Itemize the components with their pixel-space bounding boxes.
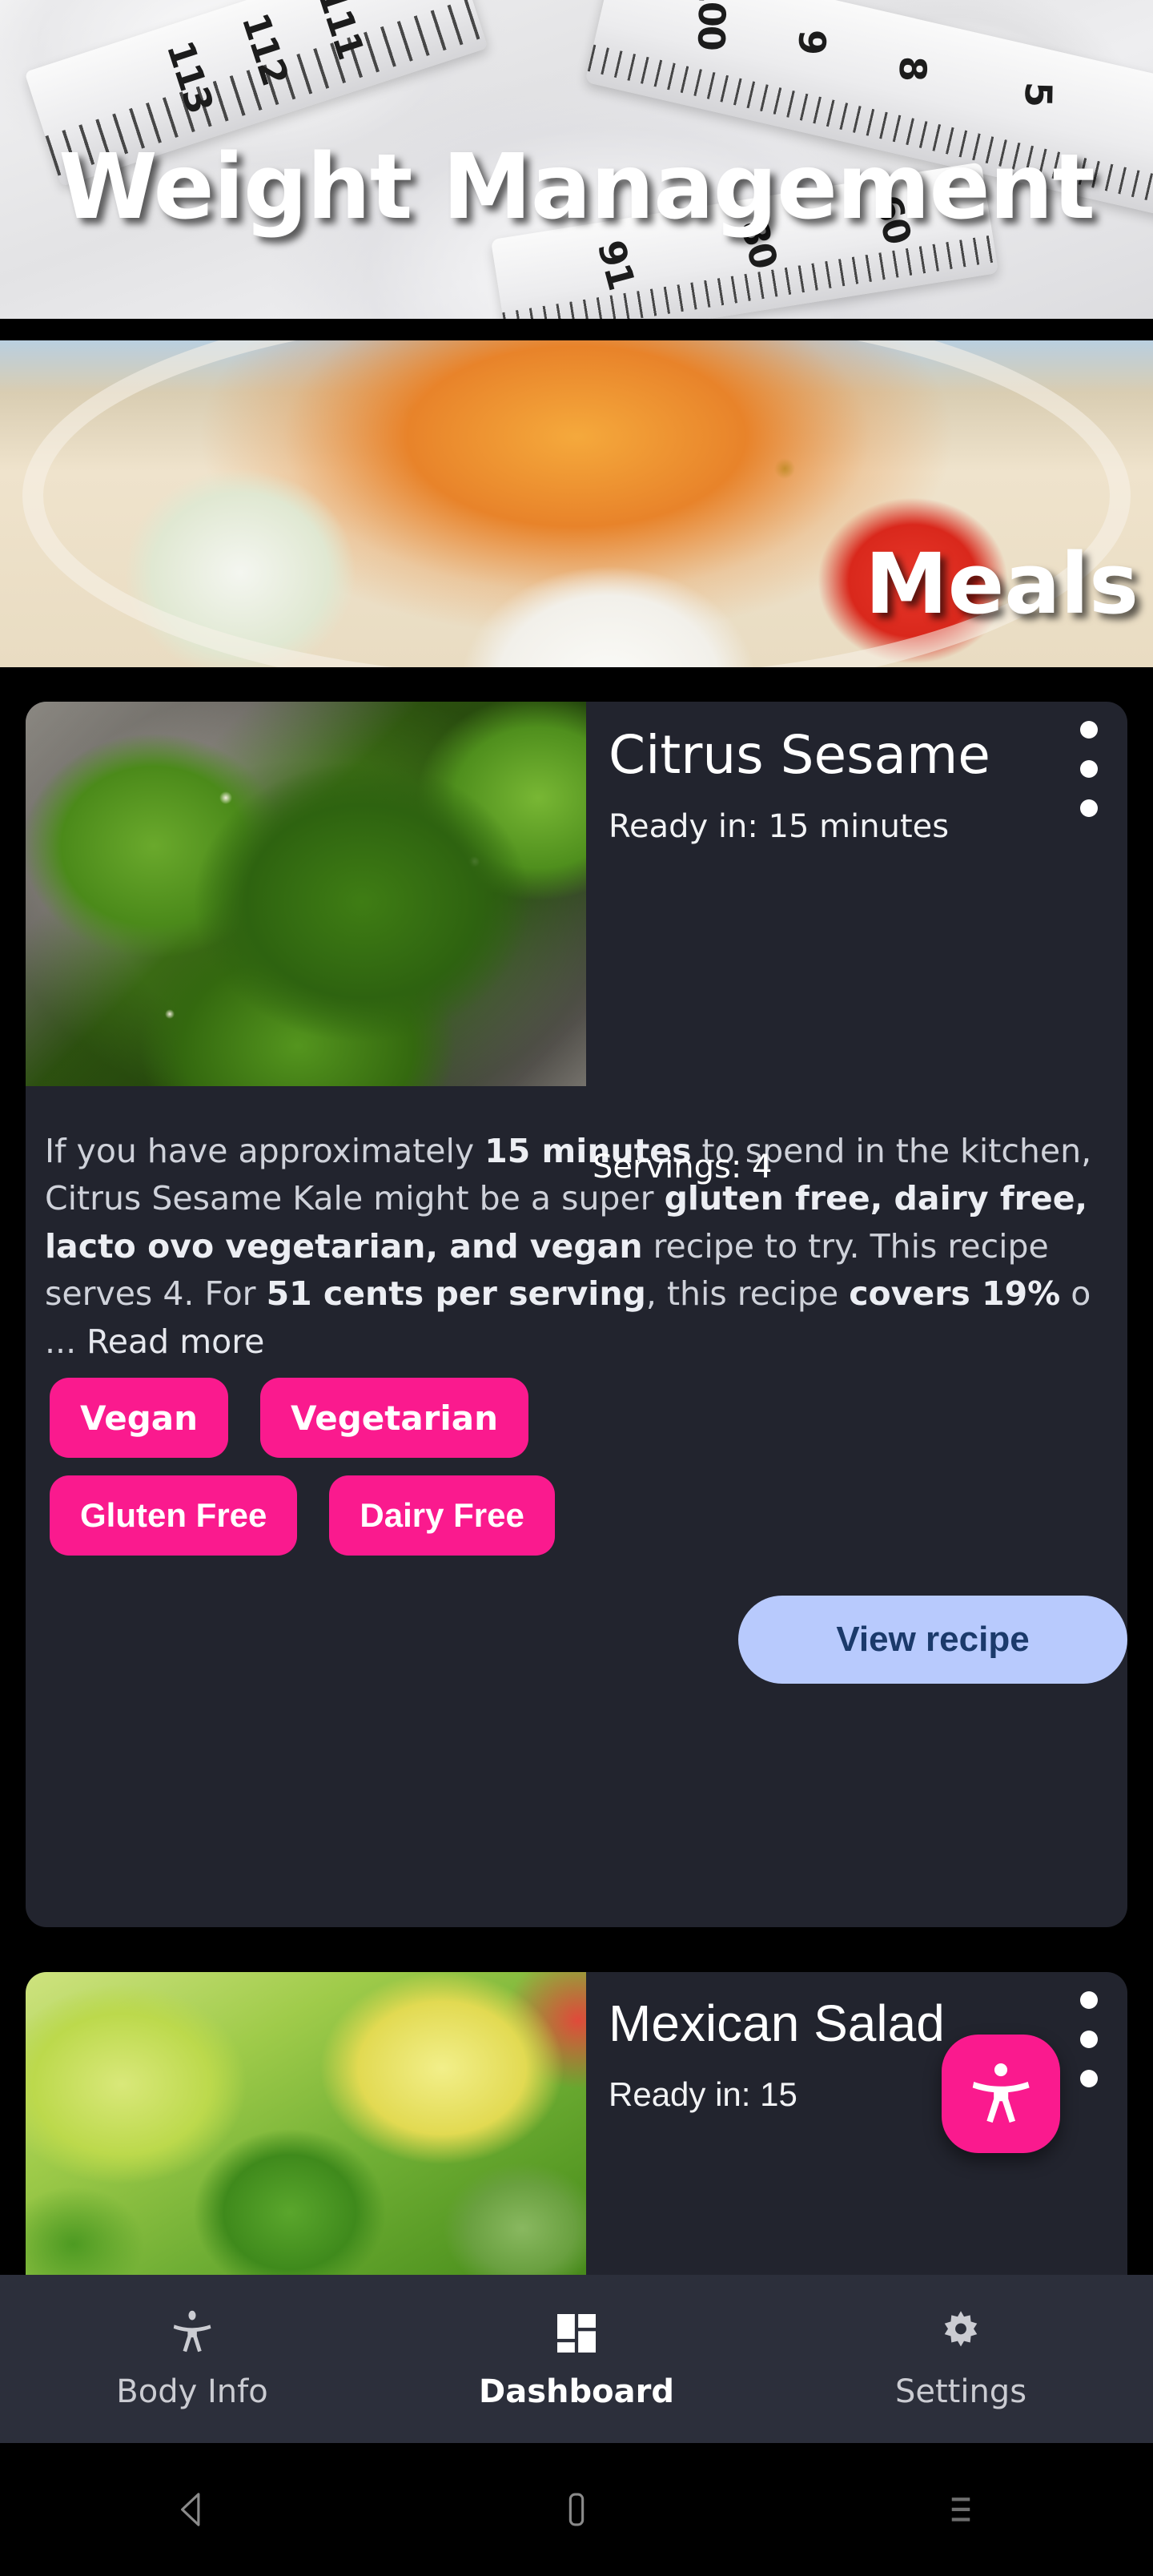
desc-bold-4: covers 19% bbox=[849, 1274, 1061, 1314]
desc-part-4: , this recipe bbox=[645, 1274, 850, 1314]
recipe-title: Citrus Sesame bbox=[609, 724, 990, 786]
recipe-card-info: Citrus Sesame Ready in: 15 minutes bbox=[586, 702, 1127, 847]
recipe-card-header: Citrus Sesame Ready in: 15 minutes bbox=[26, 702, 1127, 1086]
nav-item-dashboard[interactable]: Dashboard bbox=[384, 2275, 769, 2443]
nav-label-dashboard: Dashboard bbox=[479, 2373, 674, 2410]
tag-chip-gluten-free[interactable]: Gluten Free bbox=[50, 1475, 298, 1556]
view-recipe-button[interactable]: View recipe bbox=[738, 1596, 1127, 1684]
kebab-menu-icon[interactable] bbox=[1073, 1991, 1105, 2087]
kebab-menu-icon[interactable] bbox=[1073, 721, 1105, 817]
android-system-navigation bbox=[0, 2443, 1153, 2576]
tape-number: 100 bbox=[689, 0, 734, 50]
desc-part-1: If you have approximately bbox=[45, 1132, 485, 1170]
recents-lines-icon bbox=[951, 2498, 970, 2522]
tag-chip-vegan[interactable]: Vegan bbox=[50, 1378, 228, 1458]
page-title: Weight Management bbox=[58, 135, 1095, 239]
system-back-button[interactable] bbox=[0, 2443, 384, 2576]
dashboard-grid-icon bbox=[557, 2314, 596, 2353]
system-home-button[interactable] bbox=[384, 2443, 769, 2576]
nav-item-settings[interactable]: Settings bbox=[769, 2275, 1153, 2443]
recipe-ready-time: Ready in: 15 minutes bbox=[609, 807, 950, 845]
tag-chip-vegetarian[interactable]: Vegetarian bbox=[260, 1378, 529, 1458]
gear-icon bbox=[944, 2311, 978, 2347]
app-screen: 113 112 111 100 9 8 5 91 80 60 Weight Ma… bbox=[0, 0, 1153, 2576]
tape-number: 9 bbox=[789, 29, 834, 54]
hero-banner: 113 112 111 100 9 8 5 91 80 60 Weight Ma… bbox=[0, 0, 1153, 319]
nav-label-body-info: Body Info bbox=[116, 2373, 268, 2410]
recipe-servings: Servings: 4 bbox=[593, 1149, 773, 1185]
recipe-thumbnail[interactable] bbox=[26, 1972, 586, 2308]
accessibility-icon bbox=[173, 2310, 211, 2353]
tag-chip-dairy-free[interactable]: Dairy Free bbox=[329, 1475, 555, 1556]
recipe-tag-list: Vegan Vegetarian Gluten Free Dairy Free bbox=[50, 1378, 706, 1556]
accessibility-icon bbox=[972, 2063, 1030, 2123]
nav-label-settings: Settings bbox=[894, 2373, 1027, 2410]
accessibility-fab-button[interactable] bbox=[942, 2035, 1060, 2153]
system-recents-button[interactable] bbox=[769, 2443, 1153, 2576]
recipe-thumbnail[interactable] bbox=[26, 702, 586, 1086]
read-more-link[interactable]: Read more bbox=[86, 1322, 264, 1361]
desc-bold-3: 51 cents per serving bbox=[266, 1274, 646, 1314]
tape-number: 8 bbox=[890, 55, 935, 81]
home-square-icon bbox=[568, 2493, 585, 2526]
meals-section-banner: Meals bbox=[0, 340, 1153, 667]
back-triangle-icon bbox=[181, 2493, 200, 2526]
bottom-navigation-bar: Body Info Dashboard Settings bbox=[0, 2275, 1153, 2443]
nav-item-body-info[interactable]: Body Info bbox=[0, 2275, 384, 2443]
tape-number: 5 bbox=[1016, 81, 1061, 107]
tape-number: 91 bbox=[589, 235, 644, 294]
recipe-description: If you have approximately 15 minutes to … bbox=[45, 1128, 1105, 1366]
section-title: Meals bbox=[865, 535, 1139, 633]
